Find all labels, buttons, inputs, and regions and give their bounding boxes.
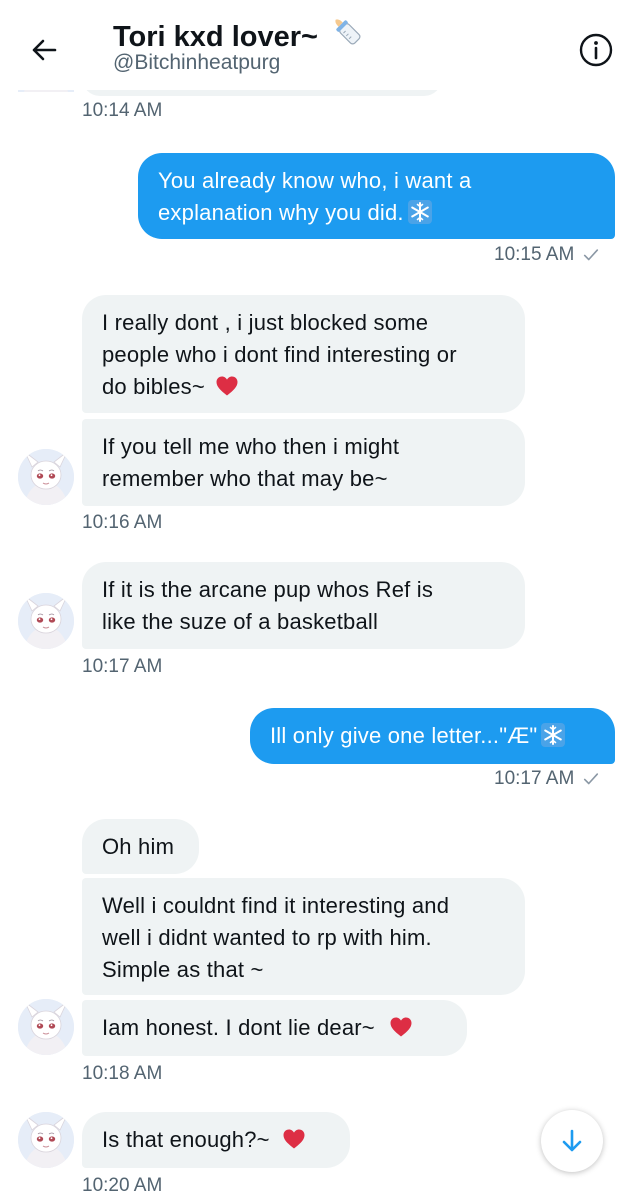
avatar[interactable]: [18, 999, 74, 1055]
message-line: If you tell me who then i might: [102, 434, 400, 459]
message-timestamp: 10:18 AM: [82, 1063, 163, 1084]
user-handle[interactable]: @Bitchinheatpurg: [113, 51, 280, 75]
message-timestamp: 10:17 AM: [494, 768, 575, 789]
message-line: Iam honest. I dont lie dear~: [102, 1012, 447, 1044]
message-bubble-incoming[interactable]: Well i couldnt find it interesting and w…: [82, 878, 525, 995]
heart-icon: [215, 374, 239, 398]
conversation-title[interactable]: Tori kxd lover~: [113, 14, 364, 54]
message-bubble-incoming[interactable]: I really dont , i just blocked some peop…: [82, 295, 525, 413]
info-icon: [579, 33, 613, 67]
back-button[interactable]: [22, 28, 66, 72]
message-timestamp: 10:20 AM: [82, 1175, 163, 1196]
scroll-down-arrow-icon: [562, 1129, 582, 1152]
message-line: well i didnt wanted to rp with him.: [102, 925, 432, 950]
message-line: explanation why you did.: [158, 197, 595, 229]
message-line: Is that enough?~: [102, 1124, 330, 1156]
message-timestamp: 10:16 AM: [82, 512, 163, 533]
avatar[interactable]: [18, 593, 74, 649]
message-timestamp: 10:17 AM: [82, 656, 163, 677]
snowflake-icon: [408, 200, 432, 224]
heart-icon: [389, 1015, 413, 1039]
read-check-icon: [582, 770, 600, 788]
scroll-to-bottom-button[interactable]: [541, 1110, 603, 1172]
message-timestamp: 10:14 AM: [82, 100, 163, 121]
snowflake-icon: [541, 723, 565, 747]
heart-icon: [282, 1127, 306, 1151]
message-line: like the suze of a basketball: [102, 609, 379, 634]
message-bubble-incoming[interactable]: If you tell me who then i might remember…: [82, 419, 525, 506]
message-line: If it is the arcane pup whos Ref is: [102, 577, 434, 602]
message-timestamp-with-status: 10:15 AM: [494, 244, 600, 266]
message-bubble-incoming[interactable]: Iam honest. I dont lie dear~: [82, 1000, 467, 1056]
message-timestamp: 10:15 AM: [494, 244, 575, 265]
message-bubble-outgoing[interactable]: You already know who, i want a explanati…: [138, 153, 615, 239]
message-bubble-incoming[interactable]: Oh him: [82, 819, 199, 874]
message-line: Oh him: [102, 834, 175, 859]
display-name: Tori kxd lover~: [113, 21, 318, 53]
message-bubble-incoming[interactable]: If it is the arcane pup whos Ref is like…: [82, 562, 525, 649]
back-arrow-icon: [32, 39, 57, 61]
message-line: I really dont , i just blocked some: [102, 310, 429, 335]
message-line: people who i dont find interesting or: [102, 342, 457, 367]
message-line: Well i couldnt find it interesting and: [102, 893, 450, 918]
message-line: You already know who, i want a: [158, 168, 472, 193]
message-bubble-outgoing[interactable]: Ill only give one letter..."Æ": [250, 708, 615, 764]
dm-conversation-screen: Tori kxd lover~ @Bitchinheatpurg 10:14 A…: [0, 0, 633, 1200]
avatar[interactable]: [18, 449, 74, 505]
baby-bottle-icon: [335, 19, 361, 45]
message-line: Simple as that ~: [102, 957, 264, 982]
message-line: Ill only give one letter..."Æ": [270, 720, 595, 752]
message-line: remember who that may be~: [102, 466, 388, 491]
read-check-icon: [582, 246, 600, 264]
message-line: do bibles~: [102, 371, 505, 403]
message-bubble-incoming[interactable]: Is that enough?~: [82, 1112, 350, 1168]
conversation-header: Tori kxd lover~ @Bitchinheatpurg: [0, 0, 633, 90]
conversation-info-button[interactable]: [578, 32, 614, 68]
message-timestamp-with-status: 10:17 AM: [494, 768, 600, 790]
avatar[interactable]: [18, 1112, 74, 1168]
